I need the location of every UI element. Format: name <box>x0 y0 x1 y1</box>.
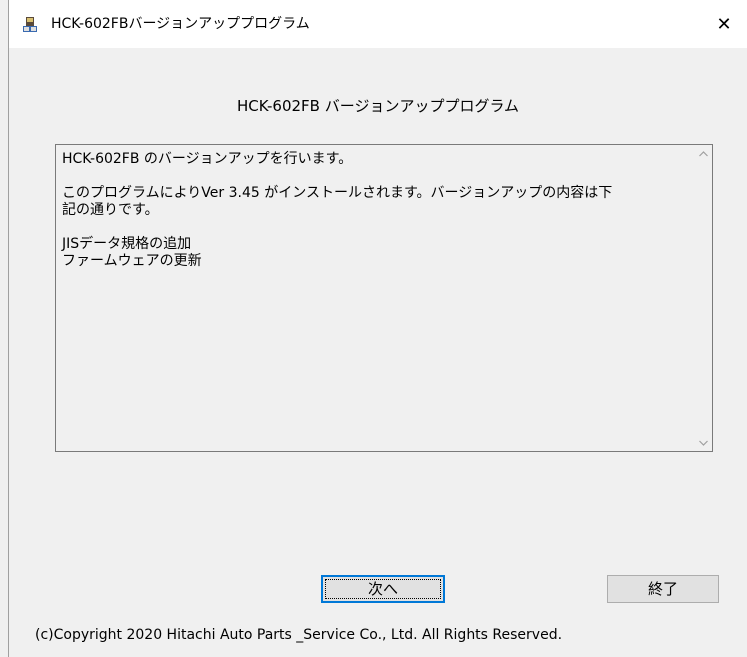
change-item: ファームウェアの更新 <box>62 253 202 269</box>
next-button[interactable]: 次へ <box>321 575 445 603</box>
title-bar[interactable]: HCK-602FBバージョンアッププログラム ✕ <box>9 0 747 48</box>
exit-button[interactable]: 終了 <box>607 575 719 603</box>
version-line-1: このプログラムによりVer 3.45 がインストールされます。バージョンアップの… <box>62 185 613 201</box>
close-button[interactable]: ✕ <box>701 0 747 48</box>
close-icon: ✕ <box>716 13 732 35</box>
version-paragraph: このプログラムによりVer 3.45 がインストールされます。バージョンアップの… <box>62 185 680 219</box>
release-notes-text: HCK-602FB のバージョンアップを行います。 このプログラムによりVer … <box>62 151 680 287</box>
scroll-up-arrow[interactable] <box>695 145 712 162</box>
page-title: HCK-602FB バージョンアッププログラム <box>237 97 519 115</box>
chevron-down-icon <box>699 440 708 446</box>
copyright-text: (c)Copyright 2020 Hitachi Auto Parts _Se… <box>35 627 563 643</box>
scroll-down-arrow[interactable] <box>695 434 712 451</box>
next-button-label: 次へ <box>367 580 398 598</box>
exit-button-label: 終了 <box>647 580 678 598</box>
release-notes-textbox[interactable]: HCK-602FB のバージョンアップを行います。 このプログラムによりVer … <box>55 144 713 452</box>
installer-icon <box>20 15 40 35</box>
window-title: HCK-602FBバージョンアッププログラム <box>51 16 310 32</box>
installer-window: HCK-602FBバージョンアッププログラム ✕ HCK-602FB バージョン… <box>8 0 747 657</box>
change-item: JISデータ規格の追加 <box>62 236 192 252</box>
version-line-2: 記の通りです。 <box>62 202 159 218</box>
intro-paragraph: HCK-602FB のバージョンアップを行います。 <box>62 151 353 167</box>
chevron-up-icon <box>699 150 708 156</box>
changes-list: JISデータ規格の追加 ファームウェアの更新 <box>62 236 680 270</box>
vertical-scrollbar[interactable] <box>695 145 712 451</box>
